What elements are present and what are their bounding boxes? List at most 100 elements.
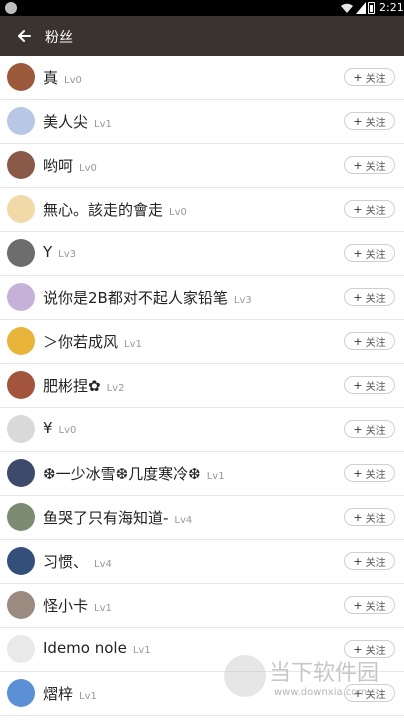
plus-icon: + bbox=[353, 422, 363, 436]
follow-button[interactable]: + 关注 bbox=[344, 200, 395, 218]
plus-icon: + bbox=[353, 466, 363, 480]
level-badge: Lv4 bbox=[174, 515, 193, 526]
level-badge: Lv1 bbox=[94, 603, 112, 614]
fan-row[interactable]: 习惯、 Lv4 + 关注 bbox=[0, 540, 404, 584]
level-badge: Lv3 bbox=[58, 249, 77, 260]
avatar[interactable] bbox=[7, 547, 35, 575]
follow-label: 关注 bbox=[365, 337, 386, 349]
fan-row[interactable]: 怪小卡 Lv1 + 关注 bbox=[0, 584, 404, 628]
avatar[interactable] bbox=[7, 371, 35, 399]
level-badge: Lv1 bbox=[94, 119, 112, 130]
plus-icon: + bbox=[353, 642, 363, 656]
follow-button[interactable]: + 关注 bbox=[344, 156, 395, 174]
avatar[interactable] bbox=[7, 63, 35, 91]
follow-button[interactable]: + 关注 bbox=[344, 288, 395, 306]
avatar[interactable] bbox=[7, 239, 35, 267]
fan-name[interactable]: ¥ Lv0 bbox=[43, 419, 76, 437]
follow-button[interactable]: + 关注 bbox=[344, 244, 395, 262]
avatar[interactable] bbox=[7, 107, 35, 135]
follow-label: 关注 bbox=[365, 689, 386, 701]
avatar[interactable] bbox=[7, 503, 35, 531]
fan-row[interactable]: 熠梓 Lv1 + 关注 bbox=[0, 672, 404, 716]
level-badge: Lv0 bbox=[79, 163, 97, 174]
plus-icon: + bbox=[353, 686, 363, 700]
fan-name-text: 肥彬捏✿ bbox=[43, 377, 101, 395]
fan-row[interactable]: 無心。該走的會走 Lv0 + 关注 bbox=[0, 188, 404, 232]
avatar[interactable] bbox=[7, 591, 35, 619]
follow-label: 关注 bbox=[365, 73, 386, 85]
fan-name-text: 無心。該走的會走 bbox=[43, 201, 164, 219]
follow-label: 关注 bbox=[365, 249, 386, 261]
follow-label: 关注 bbox=[365, 425, 386, 437]
fan-name[interactable]: 说你是2B都对不起人家铅笔 Lv3 bbox=[43, 287, 252, 308]
avatar[interactable] bbox=[7, 459, 35, 487]
fan-name-text: ¥ bbox=[43, 419, 53, 437]
level-badge: Lv1 bbox=[124, 339, 142, 350]
fan-name[interactable]: Idemo nole Lv1 bbox=[43, 639, 151, 657]
fan-row[interactable]: 哟呵 Lv0 + 关注 bbox=[0, 144, 404, 188]
follow-label: 关注 bbox=[365, 557, 386, 569]
follow-button[interactable]: + 关注 bbox=[344, 68, 395, 86]
plus-icon: + bbox=[353, 158, 363, 172]
fan-row[interactable]: 肥彬捏✿ Lv2 + 关注 bbox=[0, 364, 404, 408]
fan-row[interactable]: 美人尖 Lv1 + 关注 bbox=[0, 100, 404, 144]
avatar[interactable] bbox=[7, 635, 35, 663]
follow-button[interactable]: + 关注 bbox=[344, 640, 395, 658]
follow-button[interactable]: + 关注 bbox=[344, 420, 395, 438]
fan-name-text: 说你是2B都对不起人家铅笔 bbox=[43, 289, 228, 307]
follow-button[interactable]: + 关注 bbox=[344, 464, 395, 482]
avatar[interactable] bbox=[7, 415, 35, 443]
level-badge: Lv1 bbox=[79, 691, 97, 702]
fan-row[interactable]: 鱼哭了只有海知道- Lv4 + 关注 bbox=[0, 496, 404, 540]
fan-row[interactable]: ❆一少冰雪❆几度寒冷❆ Lv1 + 关注 bbox=[0, 452, 404, 496]
fan-row[interactable]: Y Lv3 + 关注 bbox=[0, 232, 404, 276]
avatar[interactable] bbox=[7, 679, 35, 707]
plus-icon: + bbox=[353, 334, 363, 348]
fan-name[interactable]: 习惯、 Lv4 bbox=[43, 551, 112, 572]
fan-row[interactable]: 真 Lv0 + 关注 bbox=[0, 56, 404, 100]
follow-button[interactable]: + 关注 bbox=[344, 376, 395, 394]
plus-icon: + bbox=[353, 246, 363, 260]
fan-name[interactable]: 怪小卡 Lv1 bbox=[43, 595, 112, 616]
fan-row[interactable]: ＞你若成风 Lv1 + 关注 bbox=[0, 320, 404, 364]
fan-name-text: 习惯、 bbox=[43, 553, 89, 571]
fan-name[interactable]: 鱼哭了只有海知道- Lv4 bbox=[43, 507, 192, 528]
follow-button[interactable]: + 关注 bbox=[344, 596, 395, 614]
fan-name-text: ❆一少冰雪❆几度寒冷❆ bbox=[43, 465, 201, 483]
level-badge: Lv0 bbox=[64, 75, 82, 86]
follow-button[interactable]: + 关注 bbox=[344, 684, 395, 702]
clock: 2:21 bbox=[379, 1, 404, 14]
fan-name[interactable]: 無心。該走的會走 Lv0 bbox=[43, 199, 187, 220]
fan-name[interactable]: Y Lv3 bbox=[43, 243, 76, 261]
avatar[interactable] bbox=[7, 151, 35, 179]
fan-name[interactable]: ❆一少冰雪❆几度寒冷❆ Lv1 bbox=[43, 463, 225, 484]
fan-row[interactable]: 说你是2B都对不起人家铅笔 Lv3 + 关注 bbox=[0, 276, 404, 320]
avatar[interactable] bbox=[7, 327, 35, 355]
plus-icon: + bbox=[353, 510, 363, 524]
fan-row[interactable]: ¥ Lv0 + 关注 bbox=[0, 408, 404, 452]
plus-icon: + bbox=[353, 70, 363, 84]
level-badge: Lv3 bbox=[233, 295, 252, 306]
avatar[interactable] bbox=[7, 283, 35, 311]
level-badge: Lv0 bbox=[58, 425, 77, 436]
fan-name[interactable]: 肥彬捏✿ Lv2 bbox=[43, 375, 124, 396]
fan-name-text: Idemo nole bbox=[43, 639, 127, 657]
fan-name[interactable]: ＞你若成风 Lv1 bbox=[43, 331, 142, 352]
follow-button[interactable]: + 关注 bbox=[344, 112, 395, 130]
follow-label: 关注 bbox=[365, 513, 386, 525]
follow-label: 关注 bbox=[365, 469, 386, 481]
follow-button[interactable]: + 关注 bbox=[344, 332, 395, 350]
follow-button[interactable]: + 关注 bbox=[344, 552, 395, 570]
follow-button[interactable]: + 关注 bbox=[344, 508, 395, 526]
fan-name-text: 美人尖 bbox=[43, 113, 89, 131]
level-badge: Lv0 bbox=[169, 207, 187, 218]
fan-name[interactable]: 哟呵 Lv0 bbox=[43, 155, 97, 176]
fan-row[interactable]: Idemo nole Lv1 + 关注 bbox=[0, 628, 404, 672]
avatar[interactable] bbox=[7, 195, 35, 223]
fan-name[interactable]: 美人尖 Lv1 bbox=[43, 111, 112, 132]
fan-name[interactable]: 真 Lv0 bbox=[43, 67, 82, 88]
follow-label: 关注 bbox=[365, 645, 386, 657]
plus-icon: + bbox=[353, 378, 363, 392]
back-arrow-icon[interactable] bbox=[12, 26, 36, 46]
fan-name[interactable]: 熠梓 Lv1 bbox=[43, 683, 97, 704]
